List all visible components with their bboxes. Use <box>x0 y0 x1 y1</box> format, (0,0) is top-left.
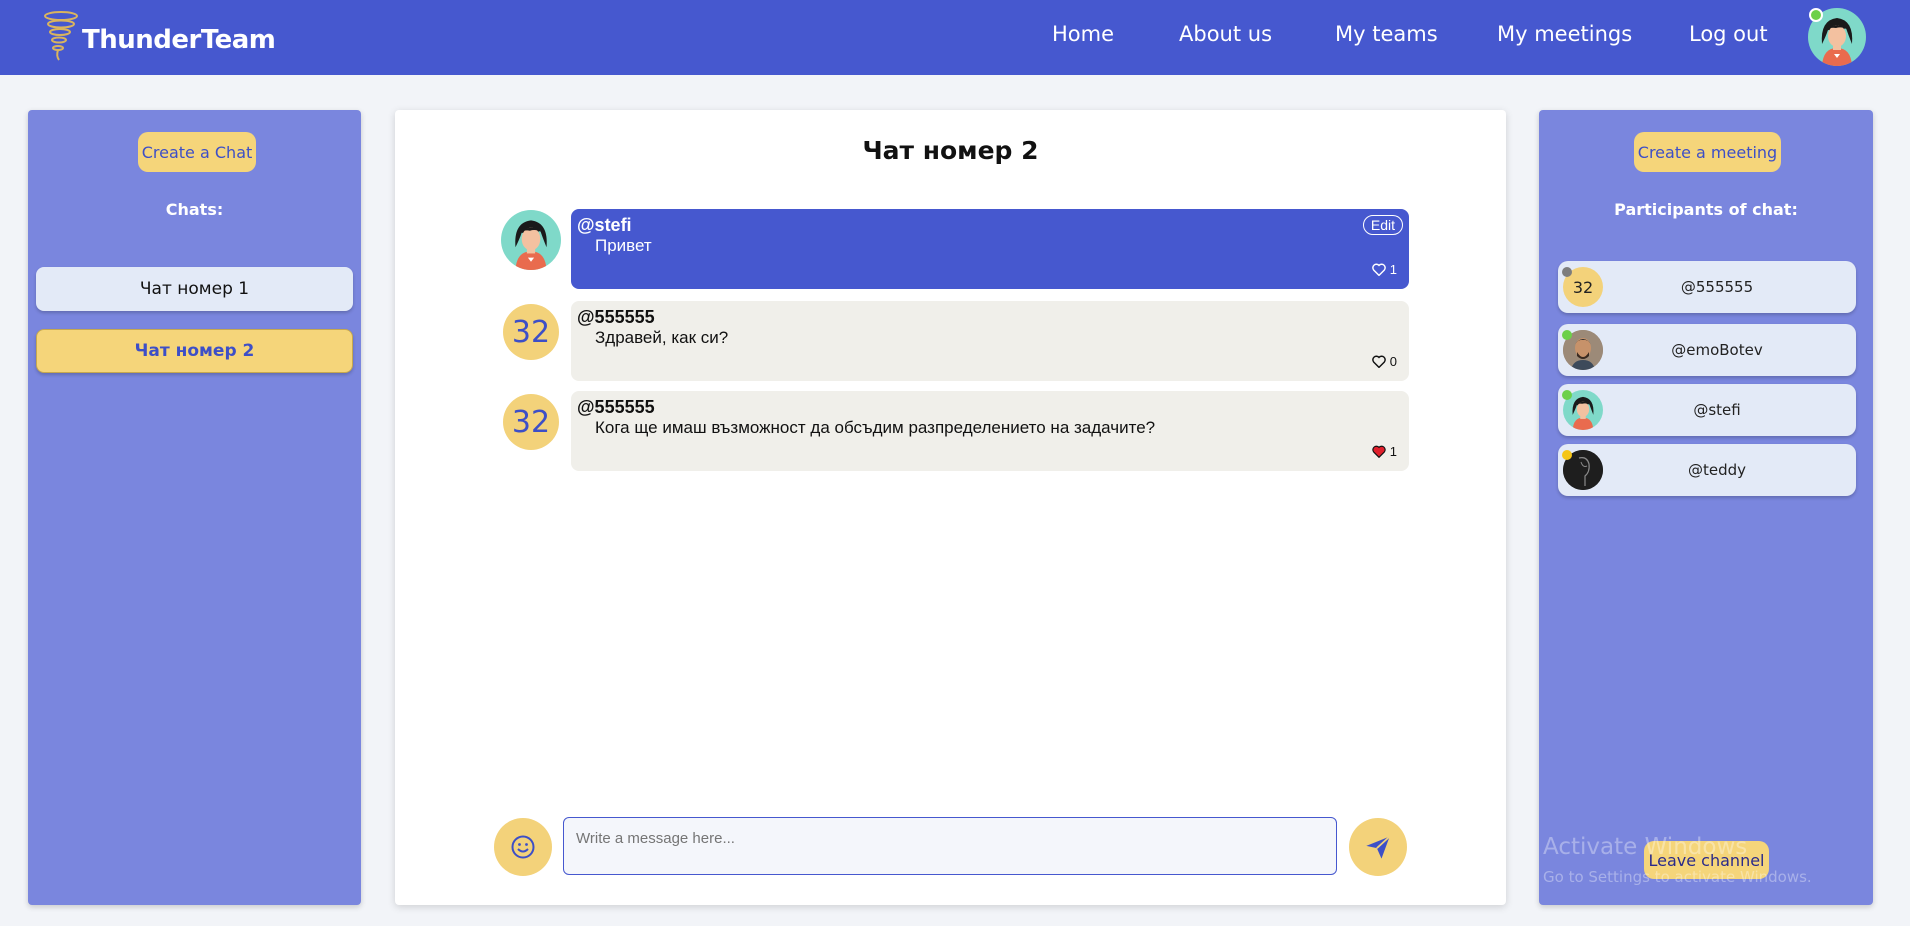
like-button[interactable]: 0 <box>1371 354 1397 369</box>
nav-about-us[interactable]: About us <box>1179 22 1272 46</box>
chats-panel: Create a Chat Chats: Чат номер 1 Чат ном… <box>28 110 361 905</box>
message-bubble: @stefi Привет Edit 1 <box>571 209 1409 289</box>
message-text: Здравей, как си? <box>595 328 729 347</box>
status-dot <box>1562 267 1572 277</box>
participant-item[interactable]: 32 @555555 <box>1558 261 1856 313</box>
online-status-dot <box>1809 8 1823 22</box>
like-count: 0 <box>1389 354 1397 369</box>
create-chat-button[interactable]: Create a Chat <box>138 132 256 172</box>
chats-heading: Chats: <box>165 200 224 219</box>
participants-heading: Participants of chat: <box>1614 200 1798 219</box>
message-bubble: @555555 Здравей, как си? 0 <box>571 301 1409 381</box>
message-text: Привет <box>595 236 652 255</box>
message-text: Кога ще имаш възможност да обсъдим разпр… <box>595 418 1156 437</box>
chat-item-1[interactable]: Чат номер 1 <box>36 267 353 311</box>
chat-main: Чат номер 2 @stefi Привет Edit 1 32 @555… <box>395 110 1506 905</box>
status-dot <box>1562 330 1572 340</box>
message-author: @555555 <box>577 397 655 417</box>
smiley-icon <box>511 835 535 859</box>
heart-icon <box>1371 263 1386 276</box>
nav-my-meetings[interactable]: My meetings <box>1497 22 1632 46</box>
like-button[interactable]: 1 <box>1372 444 1397 459</box>
chat-item-2[interactable]: Чат номер 2 <box>36 329 353 373</box>
windows-activation-subtitle: Go to Settings to activate Windows. <box>1543 868 1812 886</box>
heart-icon <box>1372 445 1386 458</box>
status-dot <box>1562 450 1572 460</box>
nav-log-out[interactable]: Log out <box>1689 22 1768 46</box>
status-dot <box>1562 390 1572 400</box>
like-count: 1 <box>1389 262 1397 277</box>
send-button[interactable] <box>1349 818 1407 876</box>
participant-item[interactable]: @emoBotev <box>1558 324 1856 376</box>
participant-item[interactable]: @teddy <box>1558 444 1856 496</box>
message-avatar-stefi <box>501 210 561 270</box>
message-input[interactable] <box>563 817 1337 875</box>
heart-icon <box>1371 355 1386 368</box>
emoji-button[interactable] <box>494 818 552 876</box>
nav-links: Home About us My teams My meetings Log o… <box>0 0 1910 75</box>
like-count: 1 <box>1389 444 1397 459</box>
chat-title: Чат номер 2 <box>862 136 1039 165</box>
send-icon <box>1366 835 1391 859</box>
nav-my-teams[interactable]: My teams <box>1335 22 1438 46</box>
edit-message-button[interactable]: Edit <box>1362 215 1403 235</box>
create-meeting-button[interactable]: Create a meeting <box>1634 132 1781 172</box>
top-navbar: ThunderTeam Home About us My teams My me… <box>0 0 1910 75</box>
participant-item[interactable]: @stefi <box>1558 384 1856 436</box>
message-bubble: @555555 Кога ще имаш възможност да обсъд… <box>571 391 1409 471</box>
message-author: @555555 <box>577 307 655 327</box>
message-avatar-555555: 32 <box>503 394 559 450</box>
windows-activation-title: Activate Windows <box>1543 834 1748 860</box>
message-avatar-555555: 32 <box>503 304 559 360</box>
participants-panel: Create a meeting Participants of chat: 3… <box>1539 110 1873 905</box>
like-button[interactable]: 1 <box>1371 262 1397 277</box>
message-author: @stefi <box>577 215 632 235</box>
nav-home[interactable]: Home <box>1052 22 1114 46</box>
